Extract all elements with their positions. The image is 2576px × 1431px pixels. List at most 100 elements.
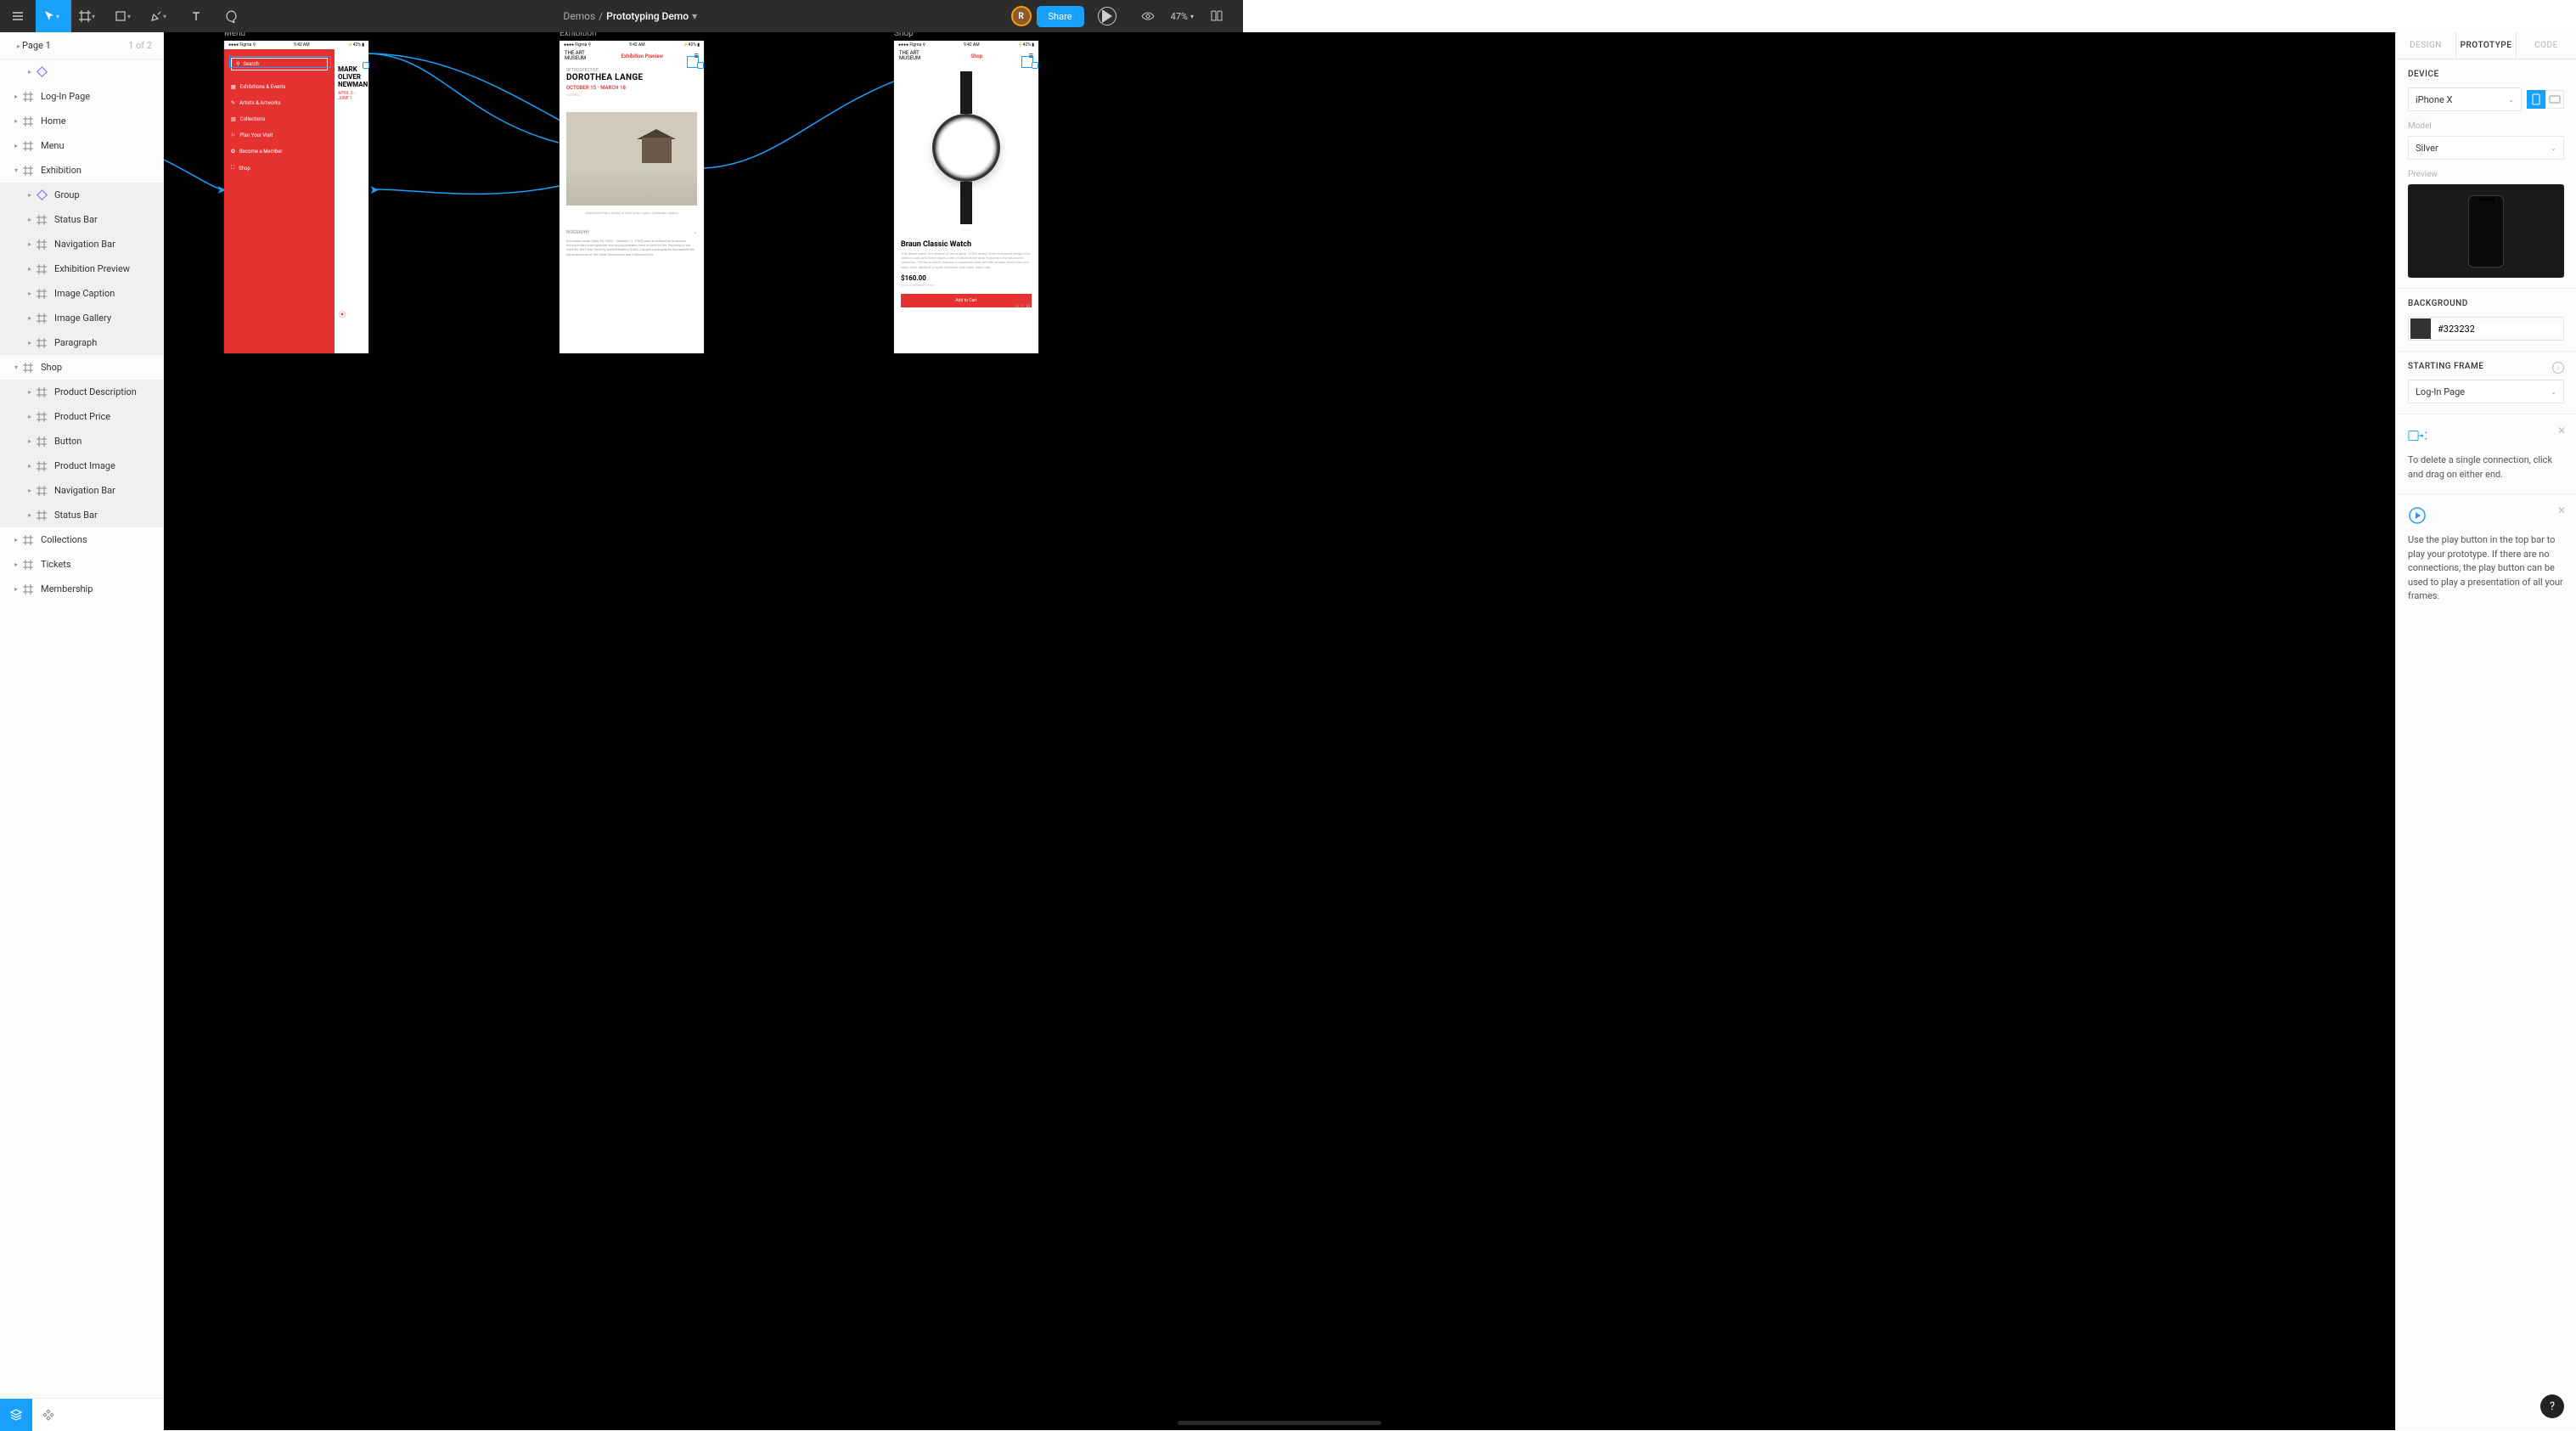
status-bar: ●●●● Figma ⚲9:42 AM⚡42% ▮ [560,41,704,49]
frame-icon [22,559,34,571]
device-preview [2408,184,2564,278]
tab-design[interactable]: DESIGN [2396,32,2455,59]
frame-tool[interactable]: ▾ [71,0,107,32]
assets-tab-icon[interactable] [32,1399,65,1431]
breadcrumb-parent: Demos [563,10,595,22]
layer-row[interactable]: ▾Shop [0,355,163,380]
shape-tool[interactable]: ▾ [107,0,143,32]
comment-tool[interactable] [214,0,250,32]
connection-node[interactable] [1032,62,1038,69]
page-selector[interactable]: ▸ Page 1 1 of 2 [0,32,163,59]
frame-label[interactable]: Menu [224,32,245,38]
menu-item[interactable]: ▥Collections [231,111,328,127]
menu-icon[interactable] [0,0,36,32]
layer-row[interactable]: ▸Image Caption [0,281,163,306]
menu-item-icon: ✎ [231,100,235,106]
menu-item-icon: ✪ [231,149,235,155]
present-button[interactable] [1089,0,1125,32]
connection-node[interactable] [363,62,369,69]
horizontal-scrollbar[interactable] [1178,1421,1381,1425]
view-settings-icon[interactable] [1130,0,1166,32]
layers-tab-icon[interactable] [0,1399,32,1431]
frame-icon [36,214,48,226]
layer-row[interactable]: ▸Home [0,109,163,133]
exhibition-image [566,112,697,206]
info-icon[interactable]: i [2552,362,2564,374]
help-button[interactable]: ? [2540,1394,2564,1418]
portrait-button[interactable] [2527,90,2545,109]
menu-item-icon: ⛶ [231,165,234,172]
chevron-down-icon[interactable]: ▾ [692,10,697,22]
frame-label[interactable]: Shop [894,32,914,38]
exhibition-title: DOROTHEA LANGE [566,73,697,82]
layer-row[interactable]: ▸Status Bar [0,207,163,232]
frame-icon [36,239,48,251]
layer-row[interactable]: ▸Button [0,429,163,454]
navigation-bar: THE ART MUSEUMExhibition Preview☰ [560,49,704,63]
product-image [901,67,1032,228]
layer-row[interactable]: ▸Navigation Bar [0,232,163,256]
canvas[interactable]: ➤ ➤ Menu ●●●● Figma ⚲9:42 AM⚡42% ▮ ⚲ Sea… [164,32,2395,1430]
frame-icon [36,411,48,423]
top-toolbar: ▾ ▾ ▾ ▾ Demos / Prototyping Demo ▾ R Sha… [0,0,1243,32]
arrow-icon: ➤ [369,183,380,197]
frame-shop[interactable]: ●●●● Figma ⚲9:42 AM⚡42% ▮ THE ART MUSEUM… [894,41,1038,353]
frame-menu[interactable]: ●●●● Figma ⚲9:42 AM⚡42% ▮ ⚲ Search ▦Exhi… [224,41,368,353]
quantity-stepper[interactable]: ⊟ 0 ⊞ [1015,304,1030,309]
tab-prototype[interactable]: PROTOTYPE [2455,32,2516,59]
connection-node[interactable] [697,62,704,69]
chevron-down-icon[interactable]: ⌄ [694,230,697,235]
frame-exhibition[interactable]: ●●●● Figma ⚲9:42 AM⚡42% ▮ THE ART MUSEUM… [560,41,704,353]
device-select[interactable]: iPhone X⌄ [2408,87,2522,111]
frame-icon [36,386,48,398]
search-input[interactable]: ⚲ Search [231,58,328,70]
share-button[interactable]: Share [1037,6,1084,27]
layer-row[interactable]: ▸Tickets [0,552,163,577]
hamburger-icon[interactable]: ☰ [1029,54,1033,59]
tab-code[interactable]: CODE [2516,32,2576,59]
frame-icon [22,165,34,177]
layer-row[interactable]: ▸Product Image [0,454,163,478]
text-tool[interactable] [178,0,214,32]
menu-item[interactable]: ✎Artists & Artworks [231,95,328,111]
tip-play-prototype: ✕ Use the play button in the top bar to … [2396,493,2576,616]
background-color-input[interactable] [2408,317,2564,341]
frame-label[interactable]: Exhibition [560,32,597,38]
layer-row[interactable]: ▸Product Description [0,380,163,404]
menu-item-icon: ▥ [231,116,236,122]
menu-item[interactable]: ✪Become a Member [231,144,328,160]
hamburger-icon[interactable]: ☰ [695,54,699,59]
layer-row[interactable]: ▸Navigation Bar [0,478,163,503]
layer-row[interactable]: ▾Exhibition [0,158,163,183]
landscape-button[interactable] [2545,90,2564,109]
close-icon[interactable]: ✕ [2557,423,2566,438]
zoom-level[interactable]: 47%▾ [1171,11,1194,22]
layer-row[interactable]: ▸Image Gallery [0,306,163,330]
frame-icon [22,362,34,374]
layer-row[interactable]: ▸Group [0,183,163,207]
layer-row[interactable]: ▸Exhibition Preview [0,256,163,281]
add-to-cart-button[interactable]: Add to Cart [901,294,1032,307]
avatar[interactable]: R [1011,6,1032,26]
layer-row[interactable]: ▸Log-In Page [0,84,163,109]
layer-row[interactable]: ▸Product Price [0,404,163,429]
close-icon[interactable]: ✕ [2557,503,2566,518]
layer-row[interactable]: ▸Menu [0,133,163,158]
layer-row[interactable]: ▸Status Bar [0,503,163,527]
menu-item[interactable]: ⚐Plan Your Visit [231,127,328,144]
menu-item[interactable]: ▦Exhibitions & Events [231,79,328,95]
library-icon[interactable] [1199,0,1235,32]
starting-frame-select[interactable]: Log-In Page⌄ [2408,380,2564,403]
menu-item[interactable]: ⛶Shop [231,160,328,177]
model-select[interactable]: Silver⌄ [2408,136,2564,160]
layer-row[interactable]: ▸Collections [0,527,163,552]
breadcrumb[interactable]: Demos / Prototyping Demo ▾ [250,10,1011,22]
frame-icon [36,313,48,324]
color-swatch[interactable] [2410,318,2431,339]
move-tool[interactable]: ▾ [36,0,71,32]
layer-row[interactable]: ▸ [0,59,163,84]
frame-icon [22,140,34,152]
layer-row[interactable]: ▸Membership [0,577,163,601]
layer-row[interactable]: ▸Paragraph [0,330,163,355]
pen-tool[interactable]: ▾ [143,0,178,32]
